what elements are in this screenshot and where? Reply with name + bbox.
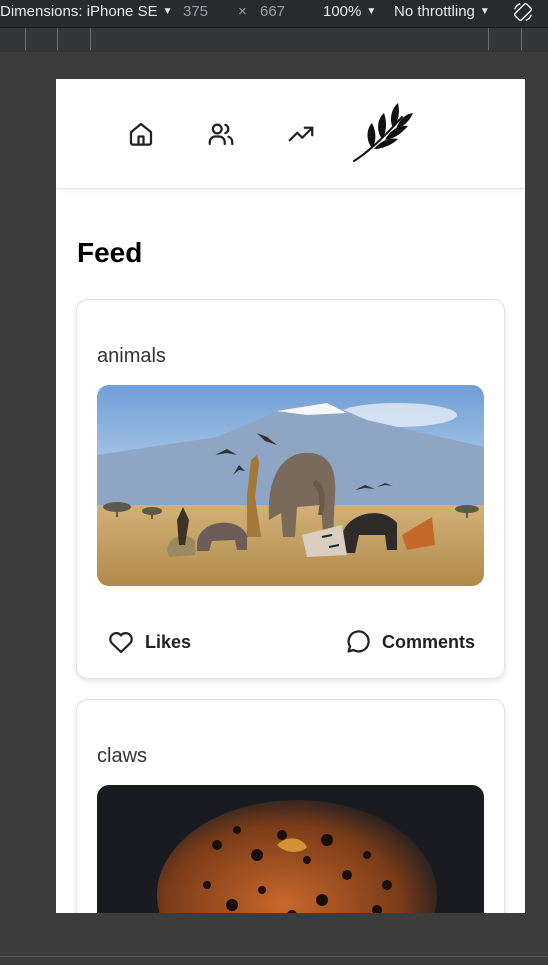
zoom-value: 100% (323, 3, 362, 20)
post-image-animals[interactable] (97, 385, 484, 586)
post-title: animals (97, 345, 166, 367)
post-title: claws (97, 745, 148, 767)
dimensions-label: Dimensions: iPhone SE (0, 3, 158, 20)
home-icon[interactable] (126, 119, 156, 149)
throttling-selector[interactable]: No throttling ▼ (394, 3, 490, 20)
heart-icon (109, 632, 133, 654)
height-input[interactable]: 667 (260, 3, 285, 20)
media-query-ruler (0, 28, 548, 53)
caret-down-icon: ▼ (162, 6, 173, 17)
height-value: 667 (260, 3, 286, 20)
users-icon[interactable] (206, 119, 236, 149)
width-value: 375 (183, 3, 209, 20)
rotate-icon[interactable] (512, 1, 534, 23)
caret-down-icon: ▼ (366, 6, 377, 17)
throttling-value: No throttling (394, 3, 475, 20)
times-icon: × (238, 3, 247, 20)
caret-down-icon: ▼ (479, 6, 490, 17)
leaf-logo[interactable] (352, 99, 416, 163)
viewport-margin (0, 52, 548, 79)
likes-label: Likes (145, 631, 192, 652)
devtools-bottom-area (0, 913, 548, 965)
comment-bubble-icon (347, 630, 370, 653)
post-image-claws[interactable] (97, 785, 484, 913)
width-input[interactable]: 375 (183, 3, 208, 20)
device-selector[interactable]: Dimensions: iPhone SE ▼ (0, 3, 173, 20)
device-viewport: Feed animals Likes Comments claws (56, 79, 525, 913)
comments-label: Comments (382, 631, 476, 652)
top-navbar (56, 79, 525, 189)
post-card: animals Likes Comments (76, 299, 505, 679)
times-label: × (238, 3, 247, 20)
feed-title: Feed (77, 237, 143, 268)
post-card: claws (76, 699, 505, 913)
zoom-selector[interactable]: 100% ▼ (323, 3, 376, 20)
divider (0, 956, 548, 957)
comment-button[interactable]: Comments (343, 627, 475, 657)
devtools-toolbar: Dimensions: iPhone SE ▼ 375 × 667 100% ▼… (0, 0, 548, 28)
trending-icon[interactable] (286, 119, 316, 149)
like-button[interactable]: Likes (106, 627, 191, 657)
